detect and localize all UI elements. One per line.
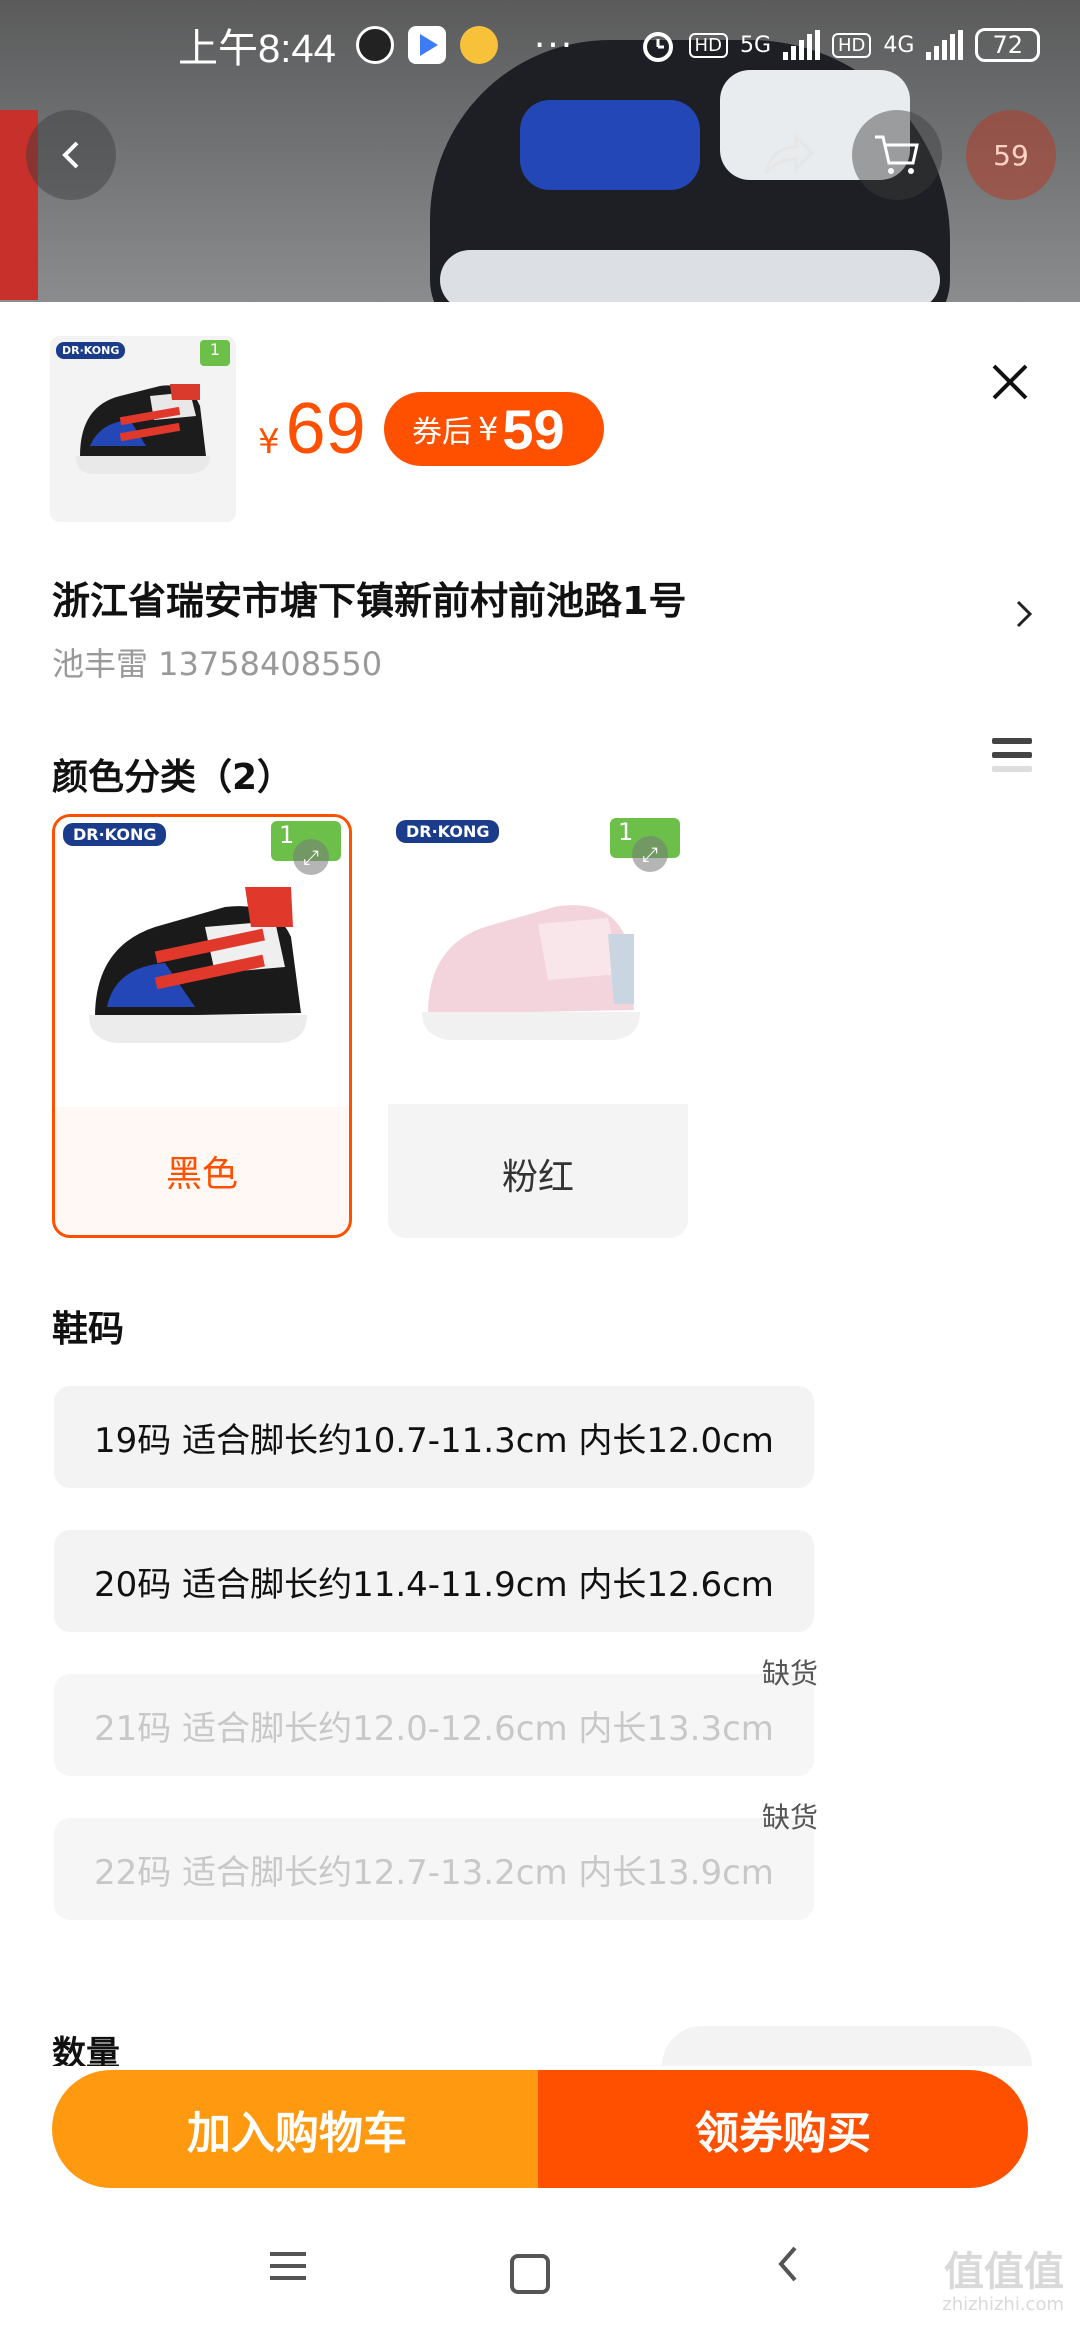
price-value: 69 xyxy=(285,389,366,469)
hd-badge-1: HD xyxy=(688,32,728,58)
color-option-image: DR·KONG 1 ⤢ xyxy=(388,814,688,1104)
signal-bars-1-icon xyxy=(783,30,820,60)
add-to-cart-button[interactable]: 加入购物车 xyxy=(52,2070,542,2188)
coupon-label: 券后 xyxy=(412,415,472,450)
status-more-dots: ··· xyxy=(533,24,575,66)
color-option-black[interactable]: DR·KONG 1 ⤢ 黑色 xyxy=(52,814,352,1238)
cart-count-badge[interactable]: 59 xyxy=(966,110,1056,200)
hero-shoe-blue-panel xyxy=(520,100,700,190)
out-of-stock-tag: 缺货 xyxy=(762,1801,819,1834)
app-icon-weibo xyxy=(459,26,498,64)
alarm-icon xyxy=(642,32,673,62)
system-nav-bar xyxy=(0,2200,1080,2340)
chevron-left-icon xyxy=(62,141,79,169)
menu-icon xyxy=(270,2252,306,2280)
coupon-currency: ¥ xyxy=(478,410,499,448)
quantity-row: 数量 xyxy=(52,2026,1032,2066)
cart-count: 59 xyxy=(993,138,1029,172)
cart-icon xyxy=(875,135,919,174)
black-shoe-image xyxy=(89,887,307,1043)
address-chevron-right-icon[interactable] xyxy=(1012,594,1036,645)
close-button[interactable] xyxy=(980,352,1040,412)
close-icon xyxy=(992,364,1028,400)
coupon-price-value: 59 xyxy=(502,397,565,461)
home-nav-button[interactable] xyxy=(510,2254,550,2294)
hero-shoe-sole xyxy=(440,250,940,302)
share-button[interactable] xyxy=(744,110,834,200)
color-option-name: 黑色 xyxy=(165,1154,238,1195)
color-option-pink[interactable]: DR·KONG 1 ⤢ 粉红 xyxy=(388,814,688,1238)
status-right-icons: HD 5G HD 4G 72 xyxy=(639,26,1040,64)
status-bar: 上午8:44 ··· HD 5G HD 4G 72 xyxy=(0,0,1080,90)
watermark-main: 值值值 xyxy=(944,2249,1064,2295)
quantity-stepper[interactable] xyxy=(662,2026,1032,2066)
menu-nav-button[interactable] xyxy=(258,2240,318,2300)
network-type-2: 4G xyxy=(883,32,915,58)
signal-bars-2-icon xyxy=(926,30,964,60)
network-type-1: 5G xyxy=(739,32,771,58)
share-icon xyxy=(764,133,815,174)
watermark-sub: zhizhizhi.com xyxy=(942,2294,1064,2315)
app-icon-play xyxy=(407,26,446,64)
out-of-stock-tag: 缺货 xyxy=(762,1657,819,1690)
product-thumbnail[interactable]: DR·KONG 1 xyxy=(50,336,236,522)
price: ¥ 69 xyxy=(258,388,366,470)
coupon-price-pill: 券后 ¥ 59 xyxy=(384,392,604,466)
status-time: 上午8:44 xyxy=(178,27,336,71)
cart-button[interactable] xyxy=(852,110,942,200)
watermark: 值值值 zhizhizhi.com xyxy=(942,2250,1064,2316)
buy-with-coupon-button[interactable]: 领券购买 xyxy=(538,2070,1028,2188)
back-chevron-icon xyxy=(778,2246,797,2282)
color-option-name: 粉红 xyxy=(501,1157,574,1198)
sku-selection-sheet: DR·KONG 1 ¥ 69 券后 ¥ 59 浙江省瑞安市塘下镇新前村前池路1号… xyxy=(0,302,1080,2066)
size-option-22: 22码 适合脚长约12.7-13.2cm 内长13.9cm xyxy=(54,1818,814,1920)
size-section-title: 鞋码 xyxy=(52,1309,125,1350)
color-option-image: DR·KONG 1 ⤢ xyxy=(55,817,349,1107)
quantity-label: 数量 xyxy=(52,2034,120,2066)
address-contact: 池丰雷 13758408550 xyxy=(52,645,383,683)
back-nav-button[interactable] xyxy=(758,2240,818,2300)
shipping-address[interactable]: 浙江省瑞安市塘下镇新前村前池路1号 池丰雷 13758408550 xyxy=(52,570,1012,685)
size-option-21: 21码 适合脚长约12.0-12.6cm 内长13.3cm xyxy=(54,1674,814,1776)
pink-shoe-image xyxy=(422,905,640,1040)
color-section-title: 颜色分类（2） xyxy=(52,757,294,798)
thumbnail-shoe-image xyxy=(76,384,210,474)
address-line: 浙江省瑞安市塘下镇新前村前池路1号 xyxy=(52,579,687,623)
list-view-icon[interactable] xyxy=(992,738,1032,780)
size-option-19[interactable]: 19码 适合脚长约10.7-11.3cm 内长12.0cm xyxy=(54,1386,814,1488)
size-option-20[interactable]: 20码 适合脚长约11.4-11.9cm 内长12.6cm xyxy=(54,1530,814,1632)
hd-badge-2: HD xyxy=(832,32,872,58)
app-icon-dark xyxy=(355,26,394,64)
price-currency: ¥ xyxy=(258,422,280,462)
back-button[interactable] xyxy=(26,110,116,200)
battery-level: 72 xyxy=(975,28,1040,62)
